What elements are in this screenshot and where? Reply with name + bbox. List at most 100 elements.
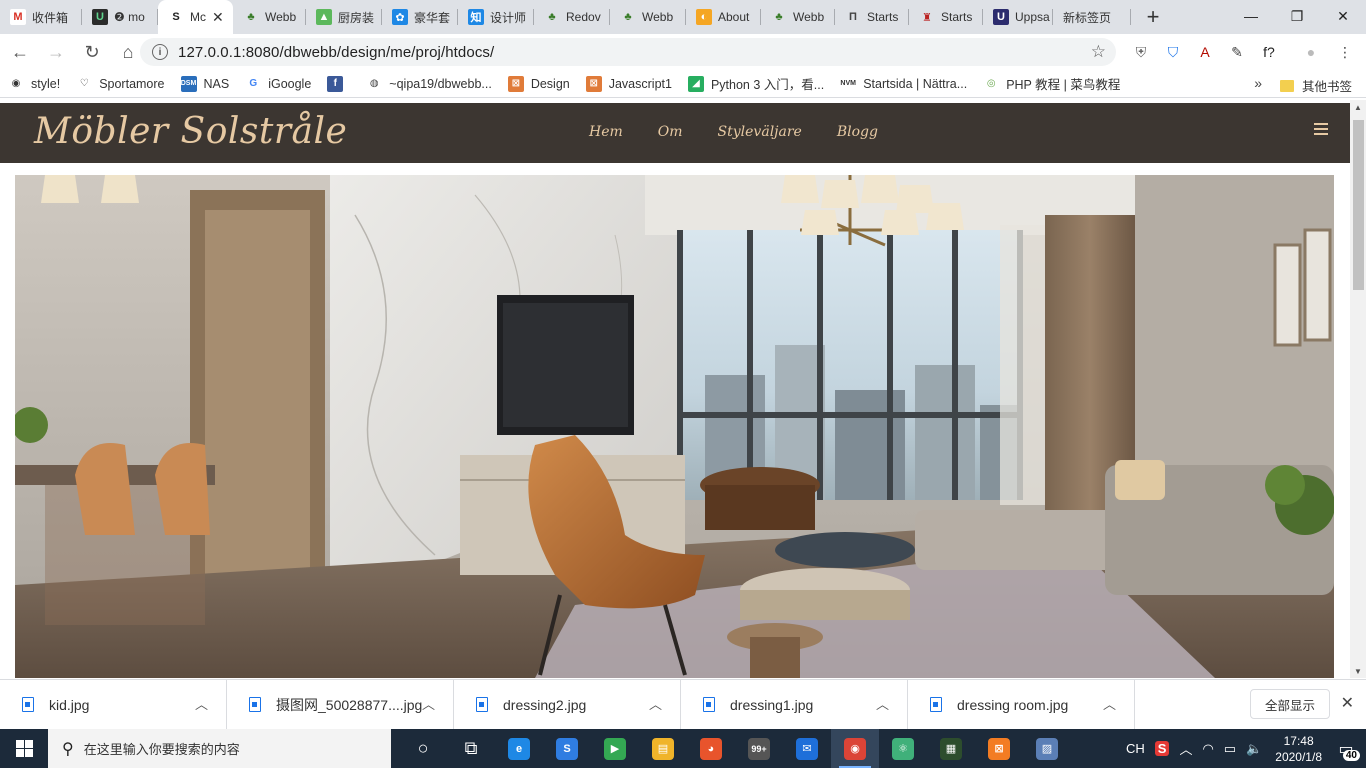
site-logo[interactable]: Möbler Solstråle <box>34 111 347 152</box>
scroll-up-arrow-icon[interactable]: ▲ <box>1354 103 1362 112</box>
eyedropper-icon[interactable]: ✎ <box>1226 41 1248 63</box>
action-center-icon[interactable]: ▭ 40 <box>1332 735 1360 763</box>
download-item[interactable]: 摄图网_50028877....jpg ︿ <box>227 679 454 730</box>
scroll-down-arrow-icon[interactable]: ▼ <box>1354 667 1362 676</box>
bookmark-item[interactable]: f <box>327 75 350 92</box>
cortana-icon[interactable]: ○ <box>399 729 447 768</box>
hamburger-menu-icon[interactable] <box>1314 123 1328 135</box>
start-button[interactable] <box>0 729 48 768</box>
nav-link-blogg[interactable]: Blogg <box>837 124 878 140</box>
browser-tab[interactable]: U Uppsa <box>983 0 1053 34</box>
bookmark-item[interactable]: ◢ Python 3 入门，看... <box>687 74 824 93</box>
browser-tab[interactable]: ◐ About <box>686 0 761 34</box>
download-item[interactable]: kid.jpg ︿ <box>0 679 227 730</box>
thunderbird-icon[interactable]: ✉ <box>783 729 831 768</box>
browser-tab[interactable]: ♜ Starts <box>909 0 983 34</box>
download-options-chevron-icon[interactable]: ︿ <box>649 694 662 713</box>
download-options-chevron-icon[interactable]: ︿ <box>876 694 889 713</box>
bookmarks-overflow-chevron-icon[interactable]: » <box>1254 75 1262 91</box>
ime-indicator[interactable]: CH <box>1126 741 1145 756</box>
taskbar-search-box[interactable]: ⚲ 在这里输入你要搜索的内容 <box>48 729 391 768</box>
close-download-shelf-icon[interactable]: ✕ <box>1341 693 1354 713</box>
browser-tab[interactable]: U ❷ mo <box>82 0 158 34</box>
bookmark-item[interactable]: ♡ Sportamore <box>76 76 165 92</box>
browser-tab[interactable]: ♣ Redov <box>534 0 610 34</box>
download-options-chevron-icon[interactable]: ︿ <box>1103 694 1116 713</box>
network-icon[interactable]: ◠ <box>1202 741 1213 757</box>
reload-button[interactable]: ↻ <box>76 36 108 68</box>
download-item[interactable]: dressing2.jpg ︿ <box>454 679 681 730</box>
store-badge-icon[interactable]: 99+ <box>735 729 783 768</box>
bookmark-item[interactable]: ◍ ~qipa19/dbwebb... <box>366 76 492 92</box>
download-item[interactable]: dressing room.jpg ︿ <box>908 679 1135 730</box>
browser-tab[interactable]: 知设计师 <box>458 0 534 34</box>
download-filename: dressing2.jpg <box>503 696 587 713</box>
browser-tab[interactable]: ♣ Webb <box>233 0 306 34</box>
bookmark-item[interactable]: GiGoogle <box>245 76 311 92</box>
address-bar[interactable]: i 127.0.0.1:8080/dbwebb/design/me/proj/h… <box>140 38 1116 66</box>
chrome-icon[interactable]: ◉ <box>831 729 879 768</box>
battery-icon[interactable]: ▭ <box>1224 741 1236 757</box>
bookmark-item[interactable]: DSM NAS <box>180 75 229 92</box>
download-options-chevron-icon[interactable]: ︿ <box>422 694 435 713</box>
page-scrollbar[interactable]: ▲ ▼ <box>1350 100 1366 678</box>
taskbar-clock[interactable]: 17:48 2020/1/8 <box>1275 733 1322 765</box>
tab-favicon-icon: 知 <box>468 9 484 25</box>
download-item[interactable]: dressing1.jpg ︿ <box>681 679 908 730</box>
bookmark-favicon-icon: DSM <box>180 75 197 92</box>
terminal-icon[interactable]: ▦ <box>927 729 975 768</box>
browser-tab[interactable]: 新标签页 <box>1053 0 1131 34</box>
back-button[interactable]: ← <box>4 36 36 68</box>
new-tab-button[interactable]: + <box>1137 0 1169 34</box>
download-options-chevron-icon[interactable]: ︿ <box>195 694 208 713</box>
show-all-downloads-button[interactable]: 全部显示 <box>1250 689 1330 719</box>
nav-link-hem[interactable]: Hem <box>589 124 623 140</box>
site-header: Möbler Solstråle Hem Om Styleväljare Blo… <box>0 103 1350 163</box>
browser-tab[interactable]: Π Starts <box>835 0 909 34</box>
tray-expand-chevron-icon[interactable]: ︿ <box>1179 739 1192 758</box>
sogou-input-icon[interactable]: S <box>1154 741 1170 756</box>
nav-link-om[interactable]: Om <box>658 124 683 140</box>
bookmark-favicon-icon: ◢ <box>687 75 704 92</box>
image-editor-icon[interactable]: ▨ <box>1023 729 1071 768</box>
other-bookmarks-folder[interactable]: 其他书签 <box>1279 76 1352 95</box>
browser-tab[interactable]: S Mc ✕ <box>158 0 233 34</box>
close-tab-icon[interactable]: ✕ <box>212 9 224 26</box>
image-editor-icon-glyph: ▨ <box>1036 737 1058 760</box>
shield-badge-icon[interactable]: ⛨ <box>1130 41 1152 63</box>
volume-icon[interactable]: 🔈 <box>1246 741 1262 757</box>
file-explorer-icon[interactable]: ▤ <box>639 729 687 768</box>
scrollbar-thumb[interactable] <box>1353 120 1364 290</box>
firefox-icon[interactable]: ◕ <box>687 729 735 768</box>
nav-link-stylevaljare[interactable]: Styleväljare <box>718 124 802 140</box>
close-window-button[interactable]: ✕ <box>1320 0 1366 32</box>
media-player-icon[interactable]: ▶ <box>591 729 639 768</box>
xampp-icon[interactable]: ⊠ <box>975 729 1023 768</box>
bookmark-item[interactable]: ◉ style! <box>8 76 61 92</box>
browser-tab[interactable]: ✿ 豪华套 <box>382 0 458 34</box>
edge-icon[interactable]: e <box>495 729 543 768</box>
bookmark-star-icon[interactable]: ☆ <box>1091 42 1106 62</box>
font-finder-icon[interactable]: f? <box>1258 41 1280 63</box>
browser-tab[interactable]: ▲ 厨房装 <box>306 0 382 34</box>
minimize-button[interactable]: — <box>1228 0 1274 32</box>
forward-button[interactable]: → <box>40 36 72 68</box>
task-view-icon[interactable]: ⧉ <box>447 729 495 768</box>
menu-kebab-icon[interactable]: ⋮ <box>1334 41 1356 63</box>
shield-check-icon[interactable]: ⛉ <box>1162 41 1184 63</box>
site-info-icon[interactable]: i <box>152 44 168 60</box>
browser-tab[interactable]: M 收件箱 <box>0 0 82 34</box>
bookmark-item[interactable]: NVM Startsida | Nättra... <box>840 76 967 92</box>
profile-avatar-icon[interactable]: ● <box>1300 41 1322 63</box>
bookmark-item[interactable]: ⊠ Javascript1 <box>585 75 672 92</box>
pdf-icon[interactable]: A <box>1194 41 1216 63</box>
bookmark-item[interactable]: ◎ PHP 教程 | 菜鸟教程 <box>983 74 1121 93</box>
maximize-button[interactable]: ❐ <box>1274 0 1320 32</box>
bookmark-item[interactable]: ⊠ Design <box>507 75 570 92</box>
browser-tab[interactable]: ♣ Webb <box>761 0 835 34</box>
tab-title: 收件箱 <box>32 10 69 25</box>
url-text[interactable]: 127.0.0.1:8080/dbwebb/design/me/proj/htd… <box>178 44 494 61</box>
sogou-icon[interactable]: S <box>543 729 591 768</box>
atom-icon[interactable]: ⚛ <box>879 729 927 768</box>
browser-tab[interactable]: ♣ Webb <box>610 0 686 34</box>
